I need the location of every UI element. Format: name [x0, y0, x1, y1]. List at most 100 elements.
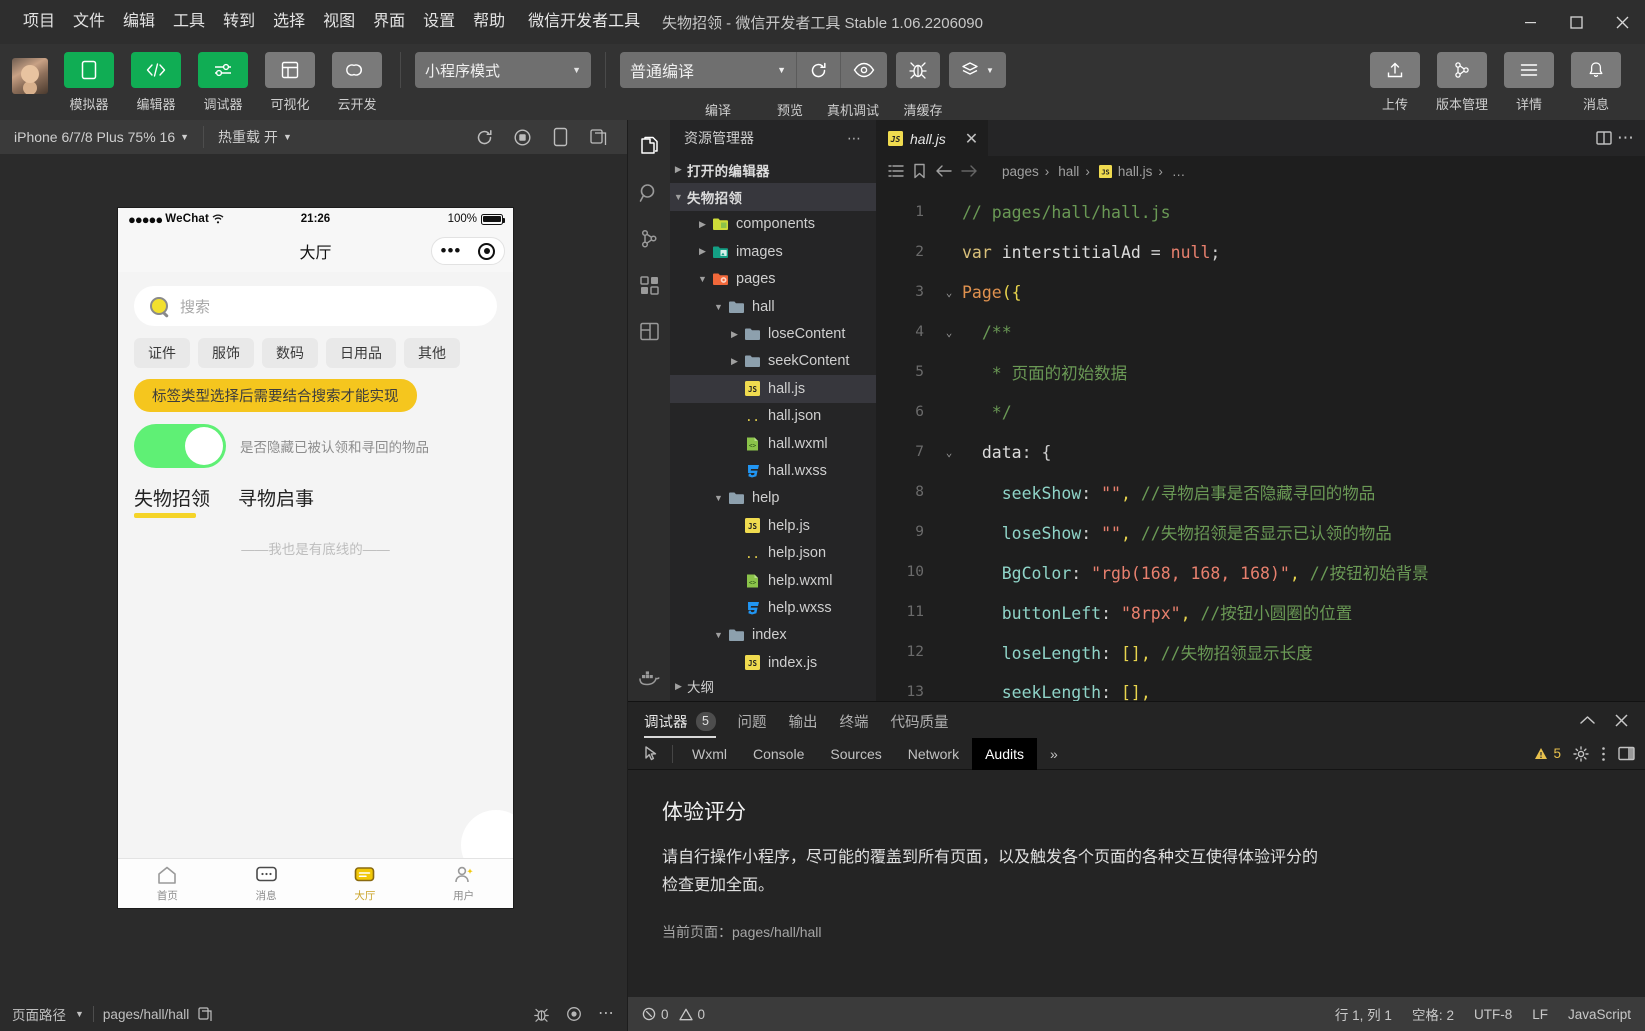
tree-folder[interactable]: ▼ help [670, 485, 876, 512]
toolbar-button-details[interactable]: 详情 [1500, 52, 1558, 113]
copy-icon[interactable] [581, 120, 615, 154]
encoding[interactable]: UTF-8 [1474, 1007, 1512, 1022]
chevron-right-icon[interactable]: ▶ [726, 329, 743, 340]
section-open-editors[interactable]: ▶ 打开的编辑器 [670, 156, 876, 183]
menu-item-devtools[interactable]: 微信开发者工具 [514, 8, 649, 36]
warning-count-item[interactable]: 0 [678, 1007, 705, 1022]
tree-file[interactable]: help.wxss [670, 594, 876, 621]
chevron-right-icon[interactable]: ▶ [694, 219, 711, 230]
devtools-inner-tab-wxml[interactable]: Wxml [679, 738, 740, 770]
cursor-position[interactable]: 行 1, 列 1 [1335, 1004, 1392, 1024]
record-icon[interactable] [505, 120, 539, 154]
menu-item-view[interactable]: 视图 [314, 8, 364, 36]
dock-icon[interactable] [1618, 746, 1635, 761]
chevron-right-icon[interactable]: ▶ [694, 246, 711, 257]
code-line[interactable]: 8 seekShow: "", //寻物启事是否隐藏寻回的物品 [876, 472, 1645, 512]
code-line[interactable]: 4 ⌄ /** [876, 312, 1645, 352]
mode-select[interactable]: 小程序模式 ▼ [415, 52, 591, 88]
menu-item-help[interactable]: 帮助 [464, 8, 514, 36]
split-editor-icon[interactable] [1595, 129, 1613, 147]
hot-reload-select[interactable]: 热重载 开 ▼ [204, 120, 306, 154]
fold-chevron-icon[interactable]: ⌄ [940, 326, 958, 339]
chevron-down-icon[interactable]: ▼ [710, 493, 727, 503]
inspect-element-icon[interactable] [636, 738, 666, 770]
toolbar-button-visual[interactable]: 可视化 [261, 52, 319, 113]
warning-badge[interactable]: 5 [1534, 746, 1561, 761]
code-line[interactable]: 7 ⌄ data: { [876, 432, 1645, 472]
more-icon[interactable]: ⋯ [1617, 129, 1635, 146]
tabbar-item-hall[interactable]: 大厅 [316, 865, 415, 903]
tree-folder[interactable]: ▶ components [670, 211, 876, 238]
chevron-down-icon[interactable]: ▼ [75, 1009, 84, 1019]
toolbar-button-editor[interactable]: 编辑器 [127, 52, 185, 113]
device-icon[interactable] [543, 120, 577, 154]
tab-seeking[interactable]: 寻物启事 [238, 484, 314, 518]
device-select[interactable]: iPhone 6/7/8 Plus 75% 16 ▼ [0, 120, 203, 154]
section-project-root[interactable]: ▼ 失物招领 [670, 183, 876, 211]
breadcrumb-segment-hall[interactable]: hall › [1058, 164, 1090, 179]
code-line[interactable]: 12 loseLength: [], //失物招领显示长度 [876, 632, 1645, 672]
code-line[interactable]: 1 // pages/hall/hall.js [876, 192, 1645, 232]
floating-action-button[interactable] [461, 810, 513, 858]
language-mode[interactable]: JavaScript [1568, 1007, 1631, 1022]
toolbar-button-message[interactable]: 消息 [1567, 52, 1625, 113]
code-line[interactable]: 5 * 页面的初始数据 [876, 352, 1645, 392]
code-line[interactable]: 3 ⌄ Page({ [876, 272, 1645, 312]
tree-file[interactable]: JS index.js [670, 649, 876, 671]
docker-icon[interactable] [628, 659, 670, 701]
code-line[interactable]: 9 loseShow: "", //失物招领是否显示已认领的物品 [876, 512, 1645, 552]
code-line[interactable]: 2 var interstitialAd = null; [876, 232, 1645, 272]
forward-arrow-icon[interactable] [961, 164, 978, 178]
code-line[interactable]: 10 BgColor: "rgb(168, 168, 168)", //按钮初始… [876, 552, 1645, 592]
chip-3[interactable]: 日用品 [326, 338, 396, 368]
code-line[interactable]: 11 buttonLeft: "8rpx", //按钮小圆圈的位置 [876, 592, 1645, 632]
target-icon[interactable] [478, 242, 496, 260]
toolbar-button-cloud[interactable]: 云开发 [328, 52, 386, 113]
tree-file[interactable]: <> help.wxml [670, 567, 876, 594]
menu-item-goto[interactable]: 转到 [214, 8, 264, 36]
devtools-inner-tab-audits[interactable]: Audits [972, 737, 1038, 770]
extensions-icon[interactable] [628, 264, 670, 306]
search-icon[interactable] [628, 172, 670, 214]
back-arrow-icon[interactable] [935, 164, 952, 178]
devtools-tab-terminal[interactable]: 终端 [840, 702, 869, 738]
chip-2[interactable]: 数码 [262, 338, 318, 368]
tree-file[interactable]: JS help.js [670, 512, 876, 539]
tree-folder[interactable]: ▶ seekContent [670, 348, 876, 375]
menu-item-file[interactable]: 文件 [64, 8, 114, 36]
layout-icon[interactable] [628, 310, 670, 352]
chip-1[interactable]: 服饰 [198, 338, 254, 368]
code-line[interactable]: 13 seekLength: [], [876, 672, 1645, 702]
tabbar-item-message[interactable]: 消息 [217, 865, 316, 903]
devtools-tab-problems[interactable]: 问题 [738, 702, 767, 738]
breadcrumb-segment-file[interactable]: JS hall.js › [1098, 164, 1163, 179]
indentation[interactable]: 空格: 2 [1412, 1004, 1454, 1024]
editor-tab-hall-js[interactable]: JS hall.js ✕ [876, 120, 989, 156]
chip-0[interactable]: 证件 [134, 338, 190, 368]
devtools-overflow-button[interactable]: » [1037, 738, 1071, 770]
breadcrumb-segment-more[interactable]: … [1172, 164, 1186, 179]
menu-item-project[interactable]: 项目 [14, 8, 64, 36]
compile-button[interactable] [796, 52, 840, 88]
chip-4[interactable]: 其他 [404, 338, 460, 368]
tabbar-item-home[interactable]: 首页 [118, 865, 217, 903]
gear-icon[interactable] [1573, 745, 1589, 762]
tab-lost-found[interactable]: 失物招领 [134, 484, 210, 518]
source-control-icon[interactable] [628, 218, 670, 260]
copy-icon[interactable] [198, 1006, 212, 1022]
menu-item-settings[interactable]: 设置 [414, 8, 464, 36]
toolbar-button-debugger[interactable]: 调试器 [194, 52, 252, 113]
chevron-right-icon[interactable]: ▶ [726, 356, 743, 367]
toolbar-button-version[interactable]: 版本管理 [1433, 52, 1491, 113]
outline-section[interactable]: ▶ 大纲 [670, 671, 876, 701]
maximize-button[interactable] [1553, 0, 1599, 44]
close-icon[interactable]: ✕ [965, 129, 978, 149]
tree-folder[interactable]: ▼ pages [670, 266, 876, 293]
hide-claimed-toggle[interactable] [134, 424, 226, 468]
breadcrumb-segment-pages[interactable]: pages › [1002, 164, 1049, 179]
line-ending[interactable]: LF [1532, 1007, 1548, 1022]
avatar[interactable] [12, 58, 48, 94]
refresh-icon[interactable] [467, 120, 501, 154]
toolbar-button-simulator[interactable]: 模拟器 [60, 52, 118, 113]
error-count-item[interactable]: 0 [642, 1007, 669, 1022]
